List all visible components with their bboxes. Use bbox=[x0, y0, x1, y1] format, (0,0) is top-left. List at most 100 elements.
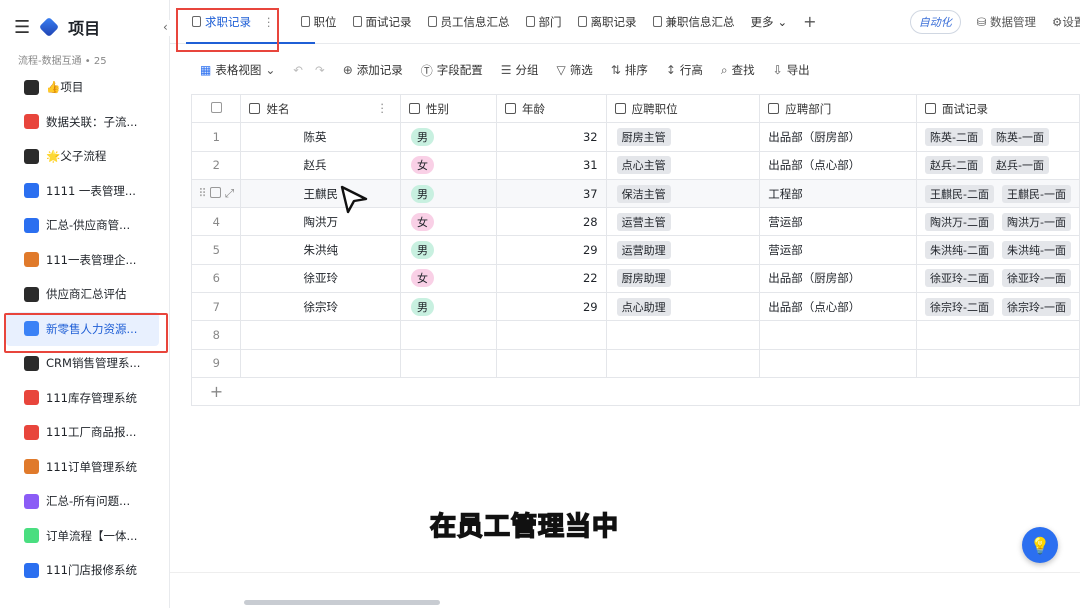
cell-gender[interactable]: 男 bbox=[399, 178, 498, 209]
tab[interactable]: 部门 bbox=[525, 14, 562, 30]
sort-button[interactable]: ⇅ 排序 bbox=[611, 62, 648, 78]
add-row[interactable]: + bbox=[190, 376, 1080, 407]
sidebar-item[interactable]: 👍项目 bbox=[0, 70, 169, 105]
sidebar-item[interactable]: 汇总-供应商管... bbox=[0, 208, 169, 243]
cell-interview[interactable]: 王麒民-二面 王麒民-一面 bbox=[915, 178, 1080, 209]
table-row[interactable]: 5 朱洪纯男 29 运营助理 营运部 朱洪纯-二面 朱洪纯-一面 bbox=[190, 235, 1080, 265]
field-config-button[interactable]: Ⓣ 字段配置 bbox=[421, 62, 483, 79]
table-row[interactable]: ⠿ ⤢ 王麒民男 37 保洁主管 工程部 王麒民-二面 王麒民-一面 bbox=[190, 178, 1080, 209]
cell-age[interactable]: 29 bbox=[496, 235, 607, 265]
undo-button[interactable]: ↶ bbox=[293, 63, 303, 77]
cell-name[interactable]: 赵兵 bbox=[240, 150, 401, 180]
sidebar-item[interactable]: 111一表管理企... bbox=[0, 243, 169, 278]
column-header-age[interactable]: 年龄 bbox=[496, 93, 607, 124]
sidebar-item[interactable]: 🌟父子流程 bbox=[0, 139, 169, 174]
table-row[interactable]: 4 陶洪万女 28 运营主管 营运部 陶洪万-二面 陶洪万-一面 bbox=[190, 207, 1080, 237]
cell-age[interactable]: 29 bbox=[496, 292, 607, 322]
more-icon[interactable]: ⋮ bbox=[376, 101, 388, 115]
sidebar-item[interactable]: 111订单管理系统 bbox=[0, 450, 169, 485]
data-manage-button[interactable]: ⛁ 数据管理 bbox=[977, 14, 1036, 30]
sidebar-item[interactable]: 111库存管理系统 bbox=[0, 381, 169, 416]
add-tab-icon[interactable]: + bbox=[803, 12, 816, 31]
row-checkbox[interactable] bbox=[210, 187, 222, 199]
cell-department[interactable]: 出品部（厨房部） bbox=[759, 263, 917, 294]
tab[interactable]: 离职记录 bbox=[577, 14, 637, 30]
empty-cell[interactable] bbox=[399, 348, 498, 378]
table-row[interactable]: 7 徐宗玲男 29 点心助理 出品部（点心部） 徐宗玲-二面 徐宗玲-一面 bbox=[190, 292, 1080, 322]
tab[interactable]: 职位 bbox=[300, 14, 337, 30]
help-button[interactable]: 💡 bbox=[1022, 527, 1058, 563]
cell-name[interactable]: 徐亚玲 bbox=[240, 263, 401, 294]
sidebar-item[interactable]: 111工厂商品报... bbox=[0, 415, 169, 450]
add-record-button[interactable]: ⊕ 添加记录 bbox=[343, 62, 403, 78]
cell-name[interactable]: 王麒民 bbox=[240, 178, 401, 209]
cell-department[interactable]: 工程部 bbox=[759, 178, 917, 209]
column-header-position[interactable]: 应聘职位 bbox=[605, 93, 761, 124]
sidebar-item[interactable]: 111门店报修系统 bbox=[0, 553, 169, 588]
filter-button[interactable]: ▽ 筛选 bbox=[557, 62, 593, 78]
cell-interview[interactable]: 赵兵-二面 赵兵-一面 bbox=[915, 150, 1080, 180]
cell-position[interactable]: 点心主管 bbox=[605, 150, 761, 180]
cell-age[interactable]: 31 bbox=[496, 150, 607, 180]
tab[interactable]: 兼职信息汇总 bbox=[652, 14, 735, 30]
column-header-name[interactable]: 姓名 ⋮ bbox=[240, 93, 401, 124]
menu-icon[interactable]: ☰ bbox=[14, 17, 30, 38]
cell-position[interactable]: 点心助理 bbox=[605, 292, 761, 322]
sidebar-item[interactable]: 数据关联：子流... bbox=[0, 105, 169, 140]
cell-age[interactable]: 22 bbox=[496, 263, 607, 294]
horizontal-scrollbar[interactable] bbox=[244, 600, 440, 605]
cell-name[interactable]: 徐宗玲 bbox=[240, 292, 401, 322]
cell-position[interactable]: 运营主管 bbox=[605, 207, 761, 237]
sidebar-item[interactable]: 订单流程【一体... bbox=[0, 519, 169, 554]
cell-name[interactable]: 陈英 bbox=[240, 122, 401, 152]
sidebar-item[interactable]: 1111 一表管理... bbox=[0, 174, 169, 209]
empty-cell[interactable] bbox=[496, 348, 607, 378]
cell-gender[interactable]: 女 bbox=[399, 150, 498, 180]
automation-button[interactable]: 自动化 bbox=[909, 9, 961, 34]
tab[interactable]: 面试记录 bbox=[352, 14, 412, 30]
cell-name[interactable]: 朱洪纯 bbox=[240, 235, 401, 265]
empty-cell[interactable] bbox=[240, 348, 401, 378]
empty-cell[interactable] bbox=[915, 348, 1080, 378]
cell-department[interactable]: 营运部 bbox=[759, 207, 917, 237]
cell-age[interactable]: 32 bbox=[496, 122, 607, 152]
find-button[interactable]: ⌕ 查找 bbox=[721, 62, 755, 78]
cell-department[interactable]: 出品部（点心部） bbox=[759, 150, 917, 180]
cell-gender[interactable]: 女 bbox=[399, 263, 498, 294]
redo-button[interactable]: ↷ bbox=[315, 63, 325, 77]
cell-gender[interactable]: 男 bbox=[399, 235, 498, 265]
cell-name[interactable]: 陶洪万 bbox=[240, 207, 401, 237]
empty-cell[interactable] bbox=[605, 320, 761, 350]
empty-cell[interactable] bbox=[605, 348, 761, 378]
table-row[interactable]: 8 bbox=[190, 320, 1080, 350]
cell-interview[interactable]: 陶洪万-二面 陶洪万-一面 bbox=[915, 207, 1080, 237]
table-row[interactable]: 1 陈英男 32 厨房主管 出品部（厨房部） 陈英-二面 陈英-一面 bbox=[190, 122, 1080, 152]
view-switch-button[interactable]: ▦ 表格视图 ⌄ bbox=[200, 62, 275, 78]
cell-age[interactable]: 28 bbox=[496, 207, 607, 237]
cell-interview[interactable]: 陈英-二面 陈英-一面 bbox=[915, 122, 1080, 152]
cell-position[interactable]: 运营助理 bbox=[605, 235, 761, 265]
drag-handle-icon[interactable]: ⠿ bbox=[198, 186, 206, 200]
cell-interview[interactable]: 朱洪纯-二面 朱洪纯-一面 bbox=[915, 235, 1080, 265]
cell-department[interactable]: 营运部 bbox=[759, 235, 917, 265]
sidebar-item[interactable]: 供应商汇总评估 bbox=[0, 277, 169, 312]
cell-interview[interactable]: 徐亚玲-二面 徐亚玲-一面 bbox=[915, 263, 1080, 294]
empty-cell[interactable] bbox=[240, 320, 401, 350]
table-row[interactable]: 6 徐亚玲女 22 厨房助理 出品部（厨房部） 徐亚玲-二面 徐亚玲-一面 bbox=[190, 263, 1080, 294]
cell-age[interactable]: 37 bbox=[496, 178, 607, 209]
column-header-gender[interactable]: 性别 bbox=[399, 93, 498, 124]
cell-department[interactable]: 出品部（点心部） bbox=[759, 292, 917, 322]
empty-cell[interactable] bbox=[759, 320, 917, 350]
cell-gender[interactable]: 男 bbox=[399, 122, 498, 152]
add-row-area[interactable] bbox=[240, 376, 1080, 407]
cell-gender[interactable]: 男 bbox=[399, 292, 498, 322]
tab[interactable]: 员工信息汇总 bbox=[427, 14, 510, 30]
empty-cell[interactable] bbox=[399, 320, 498, 350]
select-all-checkbox[interactable] bbox=[190, 93, 242, 124]
cell-position[interactable]: 保洁主管 bbox=[605, 178, 761, 209]
settings-button[interactable]: ⚙设置 bbox=[1052, 14, 1080, 30]
cell-interview[interactable]: 徐宗玲-二面 徐宗玲-一面 bbox=[915, 292, 1080, 322]
table-row[interactable]: 9 bbox=[190, 348, 1080, 378]
column-header-department[interactable]: 应聘部门 bbox=[759, 93, 917, 124]
cell-department[interactable]: 出品部（厨房部） bbox=[759, 122, 917, 152]
